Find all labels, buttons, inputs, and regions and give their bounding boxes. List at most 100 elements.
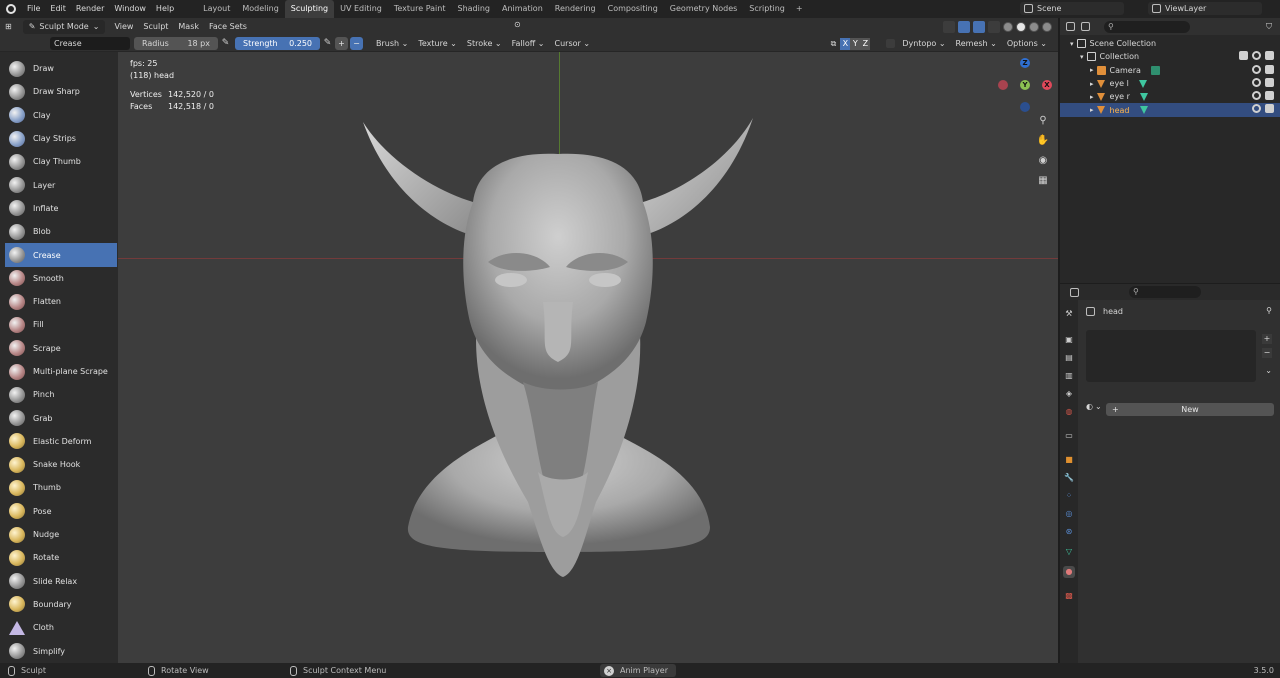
texture-tab-icon[interactable]: ▩ (1063, 590, 1075, 602)
tool-layer[interactable]: Layer (5, 173, 117, 197)
symmetry-y-toggle[interactable]: Y (850, 37, 861, 50)
particles-tab-icon[interactable]: ⁘ (1063, 490, 1075, 502)
tool-pinch[interactable]: Pinch (5, 383, 117, 407)
menu-file[interactable]: File (22, 0, 45, 18)
expand-arrow-icon[interactable]: ▸ (1090, 66, 1094, 74)
3d-viewport[interactable]: fps: 25 (118) head Vertices 142,520 / 0 F… (118, 52, 1058, 663)
collection-tab-icon[interactable]: ▭ (1063, 430, 1075, 442)
material-shading-icon[interactable] (1029, 21, 1039, 32)
tool-draw[interactable]: Draw (5, 57, 117, 81)
expand-arrow-icon[interactable]: ▸ (1090, 93, 1094, 101)
tab-compositing[interactable]: Compositing (602, 0, 664, 18)
dyntopo-checkbox[interactable] (886, 39, 896, 48)
direction-subtract-button[interactable]: − (350, 36, 363, 50)
tool-clay-strips[interactable]: Clay Strips (5, 126, 117, 151)
material-tab-icon[interactable]: ● (1063, 566, 1075, 578)
tab-sculpting[interactable]: Sculpting (284, 0, 335, 18)
dropdown-falloff[interactable]: Falloff ⌄ (507, 35, 550, 52)
gizmo-neg-z-axis[interactable] (1020, 102, 1030, 112)
solid-shading-icon[interactable] (1016, 21, 1026, 32)
tool-elastic-deform[interactable]: Elastic Deform (5, 429, 117, 454)
tool-pose[interactable]: Pose (5, 499, 117, 523)
tool-fill[interactable]: Fill (5, 313, 117, 337)
world-tab-icon[interactable]: ◍ (1063, 406, 1075, 418)
menu-window[interactable]: Window (109, 0, 151, 18)
outliner-row-camera[interactable]: ▸ Camera (1060, 64, 1280, 77)
material-slot-list[interactable] (1086, 330, 1256, 382)
symmetry-z-toggle[interactable]: Z (860, 37, 871, 50)
tab-scripting[interactable]: Scripting (743, 0, 791, 18)
material-browse-icon[interactable]: ◐ ⌄ (1086, 402, 1102, 411)
eye-icon[interactable] (1252, 51, 1261, 61)
render-camera-icon[interactable] (1265, 77, 1274, 87)
tool-thumb[interactable]: Thumb (5, 476, 117, 500)
tool-multi-plane-scrape[interactable]: Multi-plane Scrape (5, 359, 117, 384)
tool-slide-relax[interactable]: Slide Relax (5, 569, 117, 593)
slot-menu-chevron-icon[interactable]: ⌄ (1265, 366, 1272, 375)
tool-snake-hook[interactable]: Snake Hook (5, 453, 117, 477)
tool-blob[interactable]: Blob (5, 220, 117, 244)
tool-simplify[interactable]: Simplify (5, 639, 117, 663)
editor-type-icon[interactable]: ⊞ (0, 18, 17, 35)
scene-selector[interactable]: Scene (1020, 2, 1124, 15)
outliner-row-head[interactable]: ▸ head (1060, 103, 1280, 117)
view-layer-selector[interactable]: ViewLayer (1148, 2, 1262, 15)
brush-name-field[interactable]: Crease (50, 36, 130, 50)
strength-pressure-icon[interactable]: ✎ (322, 38, 333, 49)
mode-selector[interactable]: ✎ Sculpt Mode ⌄ (22, 19, 106, 34)
direction-add-button[interactable]: + (335, 36, 348, 50)
object-tab-icon[interactable]: ■ (1063, 454, 1075, 466)
new-material-button[interactable]: + New (1106, 403, 1274, 416)
perspective-grid-icon[interactable]: ▦ (1036, 174, 1050, 188)
add-slot-button[interactable]: + (1262, 334, 1272, 344)
properties-search-input[interactable]: ⚲ (1129, 286, 1201, 298)
render-camera-icon[interactable] (1265, 64, 1274, 74)
dropdown-brush[interactable]: Brush ⌄ (371, 35, 413, 52)
dropdown-remesh[interactable]: Remesh ⌄ (951, 35, 1002, 52)
filter-icon[interactable]: ⛉ (1266, 22, 1272, 32)
tool-scrape[interactable]: Scrape (5, 336, 117, 360)
render-camera-icon[interactable] (1265, 51, 1274, 61)
tool-crease[interactable]: Crease (5, 243, 117, 267)
camera-view-icon[interactable]: ◉ (1036, 154, 1050, 168)
tool-clay-thumb[interactable]: Clay Thumb (5, 150, 117, 174)
editor-type-icon[interactable] (1070, 287, 1079, 297)
tool-cloth[interactable]: Cloth (5, 616, 117, 640)
radius-pressure-icon[interactable]: ✎ (220, 38, 231, 49)
gizmo-toggle-icon[interactable] (958, 20, 970, 33)
tool-nudge[interactable]: Nudge (5, 522, 117, 547)
tool-smooth[interactable]: Smooth (5, 266, 117, 290)
output-tab-icon[interactable]: ▤ (1063, 352, 1075, 364)
tab-shading[interactable]: Shading (451, 0, 496, 18)
exclude-checkbox[interactable] (1239, 51, 1248, 61)
zoom-icon[interactable]: ⚲ (1036, 114, 1050, 128)
tab-geometry-nodes[interactable]: Geometry Nodes (664, 0, 743, 18)
gizmo-neg-x-axis[interactable] (998, 80, 1008, 90)
cancel-icon[interactable]: × (604, 665, 614, 676)
menu-help[interactable]: Help (151, 0, 179, 18)
outliner-row-collection[interactable]: ▾ Collection (1060, 50, 1280, 63)
dropdown-cursor[interactable]: Cursor ⌄ (550, 35, 596, 52)
menu-face-sets[interactable]: Face Sets (204, 18, 252, 35)
add-workspace-button[interactable]: + (791, 0, 808, 18)
wireframe-shading-icon[interactable] (1003, 21, 1013, 32)
pivot-icon[interactable]: ⊙ (514, 20, 521, 29)
eye-icon[interactable] (1252, 64, 1261, 74)
pan-hand-icon[interactable]: ✋ (1036, 134, 1050, 148)
display-mode-icon[interactable] (1081, 22, 1090, 31)
menu-render[interactable]: Render (71, 0, 109, 18)
overlay-toggle-icon[interactable] (973, 20, 985, 33)
tool-inflate[interactable]: Inflate (5, 196, 117, 221)
dropdown-stroke[interactable]: Stroke ⌄ (462, 35, 507, 52)
menu-edit[interactable]: Edit (45, 0, 71, 18)
expand-arrow-icon[interactable]: ▸ (1090, 80, 1094, 88)
gizmo-z-axis[interactable]: Z (1020, 58, 1030, 68)
tab-animation[interactable]: Animation (496, 0, 549, 18)
expand-arrow-icon[interactable]: ▸ (1090, 106, 1094, 114)
eye-icon[interactable] (1252, 91, 1261, 101)
tool-grab[interactable]: Grab (5, 406, 117, 430)
radius-field[interactable]: Radius 18 px (134, 36, 218, 50)
sculpted-head-model[interactable] (118, 52, 1058, 663)
tab-modeling[interactable]: Modeling (236, 0, 284, 18)
tab-uv-editing[interactable]: UV Editing (334, 0, 388, 18)
